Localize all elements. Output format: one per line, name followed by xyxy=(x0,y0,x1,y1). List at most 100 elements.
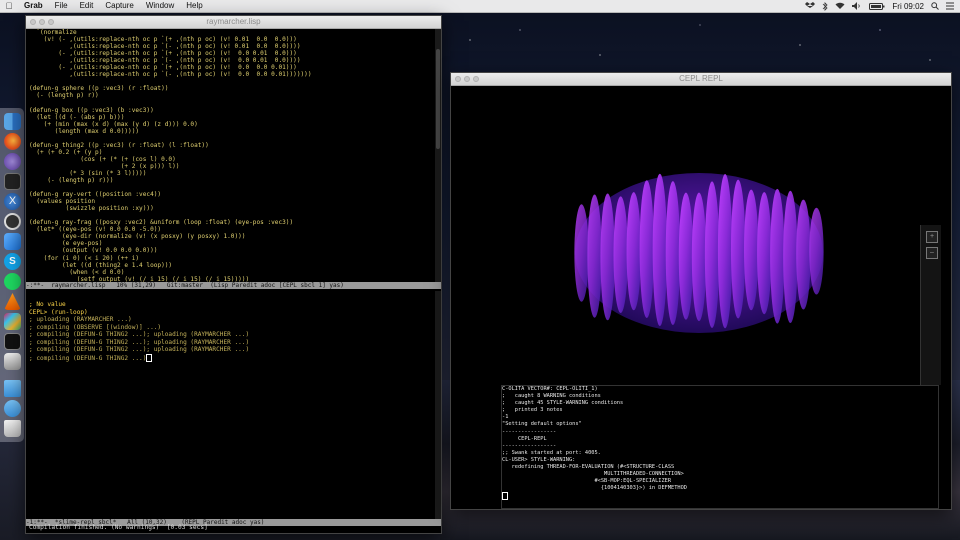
terminal-icon[interactable] xyxy=(4,173,21,190)
notification-center-icon[interactable] xyxy=(946,2,954,10)
raymarched-shape xyxy=(574,173,824,333)
xquartz-icon[interactable]: X xyxy=(4,193,21,210)
console-line: -1 xyxy=(502,414,509,421)
code-line: (let* ((eye-pos (v! 0.0 0.0 -5.0)) xyxy=(29,226,162,234)
code-line: (e eye-pos) xyxy=(29,240,103,248)
side-minus-button[interactable]: – xyxy=(926,247,938,259)
shape-rib xyxy=(796,199,811,310)
console-line: C-OLITA VECTOR#: CEPL-OLITI_1) xyxy=(502,386,598,392)
shape-rib xyxy=(574,204,589,302)
menu-file[interactable]: File xyxy=(49,0,74,12)
code-line: (defun-g thing2 ((p :vec3) (r :float) (l… xyxy=(29,141,209,149)
code-line: `(normalize xyxy=(29,29,77,36)
emacs-window: raymarcher.lisp `(normalize (v! (- ,(uti… xyxy=(25,15,442,534)
close-button[interactable] xyxy=(30,19,36,25)
code-line: (when (< d 0.0) xyxy=(29,268,125,276)
zoom-button[interactable] xyxy=(48,19,54,25)
console-line: #<SB-MOP:EQL-SPECIALIZER xyxy=(502,478,672,485)
code-buffer[interactable]: `(normalize (v! (- ,(utils:replace-nth o… xyxy=(29,29,434,282)
battery-icon[interactable] xyxy=(869,2,885,10)
render-viewport[interactable] xyxy=(451,86,951,388)
shape-rib xyxy=(704,181,720,328)
console-line: "Setting default options" xyxy=(502,421,582,428)
console-line: CEPL-REPL xyxy=(502,435,547,442)
minimize-button[interactable] xyxy=(39,19,45,25)
activity-icon[interactable] xyxy=(4,333,21,350)
downloads-icon[interactable] xyxy=(4,400,21,417)
finder-icon[interactable] xyxy=(4,113,21,130)
code-line: (defun-g box ((p :vec3) (b :vec3)) xyxy=(29,106,154,114)
shape-rib xyxy=(691,192,707,322)
menu-help[interactable]: Help xyxy=(180,0,208,12)
shape-rib xyxy=(678,192,694,320)
code-line: (+ (min (max (x d) (max (y d) (z d))) 0.… xyxy=(29,120,198,128)
folder-icon[interactable] xyxy=(4,380,21,397)
repl-line: ; uploading (RAYMARCHER ...) xyxy=(29,316,132,323)
zoom-button[interactable] xyxy=(473,76,479,82)
slack-icon[interactable] xyxy=(4,313,21,330)
dropbox-icon[interactable] xyxy=(805,2,816,10)
menu-edit[interactable]: Edit xyxy=(74,0,100,12)
shape-rib xyxy=(757,192,772,315)
slime-repl-buffer[interactable]: ; No value CEPL> (run-loop); uploading (R… xyxy=(29,301,434,531)
firefox-icon[interactable] xyxy=(4,133,21,150)
shape-rib xyxy=(587,194,602,318)
console-line: ----------------- xyxy=(502,428,557,435)
vlc-icon[interactable] xyxy=(4,293,21,310)
text-cursor xyxy=(146,353,153,362)
repl-line: ; No value xyxy=(29,301,66,308)
code-line: (defun-g ray-frag ((posxy :vec2) &unifor… xyxy=(29,219,294,227)
code-line: (+ (+ 0.2 (+ (y p) xyxy=(29,148,103,156)
close-button[interactable] xyxy=(455,76,461,82)
repl-line: ; compiling (DEFUN-G THING2 ...) xyxy=(29,353,434,363)
code-line: (output (v! 0.0 0.0 0.0))) xyxy=(29,247,158,255)
volume-icon[interactable] xyxy=(852,2,862,10)
code-line: ,(utils:replace-nth oc p `(- ,(nth p oc)… xyxy=(29,71,312,79)
code-line: (- (length p) r)) xyxy=(29,92,99,100)
cepl-title: CEPL REPL xyxy=(679,74,723,83)
code-scrollbar[interactable] xyxy=(435,29,441,282)
code-line: (cos (+ (* (+ (cos l) 0.0) xyxy=(29,155,176,163)
trash-icon[interactable] xyxy=(4,420,21,437)
cepl-titlebar[interactable]: CEPL REPL xyxy=(451,73,951,86)
apple-icon[interactable]:  xyxy=(0,1,18,11)
preview-icon[interactable] xyxy=(4,353,21,370)
search-icon[interactable] xyxy=(931,2,939,10)
skype-icon[interactable]: S xyxy=(4,253,21,270)
repl-line: ; compiling (DEFUN-G THING2 ...); upload… xyxy=(29,338,250,346)
menu-capture[interactable]: Capture xyxy=(99,0,139,12)
emacs-icon[interactable] xyxy=(4,153,21,170)
shape-rib xyxy=(809,207,824,295)
menu-window[interactable]: Window xyxy=(140,0,180,12)
side-panel: + – xyxy=(920,225,941,385)
console-line: redefining THREAD-FOR-EVALUATION (#<STRU… xyxy=(502,464,675,471)
shape-rib xyxy=(652,173,668,327)
menu-app[interactable]: Grab xyxy=(18,0,49,12)
code-line: (defun-g ray-vert ((position :vec4)) xyxy=(29,191,162,199)
code-line: (defun-g sphere ((p :vec3) (r :float)) xyxy=(29,85,169,93)
repl-line: ; compiling (DEFUN-G THING2 ...); upload… xyxy=(29,346,250,353)
code-line: (- (length p) r))) xyxy=(29,176,114,184)
console-line: {1004140303}>) in DEFMETHOD xyxy=(502,485,687,492)
minimize-button[interactable] xyxy=(464,76,470,82)
cepl-console[interactable]: C-OLITA VECTOR#: CEPL-OLITI_1); caught 8… xyxy=(501,385,939,509)
spotify-icon[interactable] xyxy=(4,273,21,290)
emacs-titlebar[interactable]: raymarcher.lisp xyxy=(26,16,441,29)
code-line: (let ((d (- (abs p) b))) xyxy=(29,113,125,121)
modeline-top: -:**- raymarcher.lisp 10% (31,29) Git:ma… xyxy=(26,282,441,289)
wifi-icon[interactable] xyxy=(835,2,845,10)
code-line: (values position xyxy=(29,198,96,206)
repl-scrollbar[interactable] xyxy=(435,291,441,521)
shape-rib xyxy=(626,192,641,311)
repl-line: ; compiling (DEFUN-G THING2 ...); upload… xyxy=(29,331,250,338)
side-plus-button[interactable]: + xyxy=(926,231,938,243)
code-line: (for (i 0) (< i 20) (++ i) xyxy=(29,254,140,262)
repl-line: CEPL> (run-loop) xyxy=(29,308,88,316)
echo-area: Compilation finished. (No warnings) [0.0… xyxy=(29,524,208,531)
bluetooth-icon[interactable] xyxy=(822,1,828,11)
xcode-icon[interactable] xyxy=(4,233,21,250)
clock[interactable]: Fri 09:02 xyxy=(892,2,924,11)
console-line: ----------------- xyxy=(502,442,557,449)
sublime-icon[interactable] xyxy=(4,213,21,230)
